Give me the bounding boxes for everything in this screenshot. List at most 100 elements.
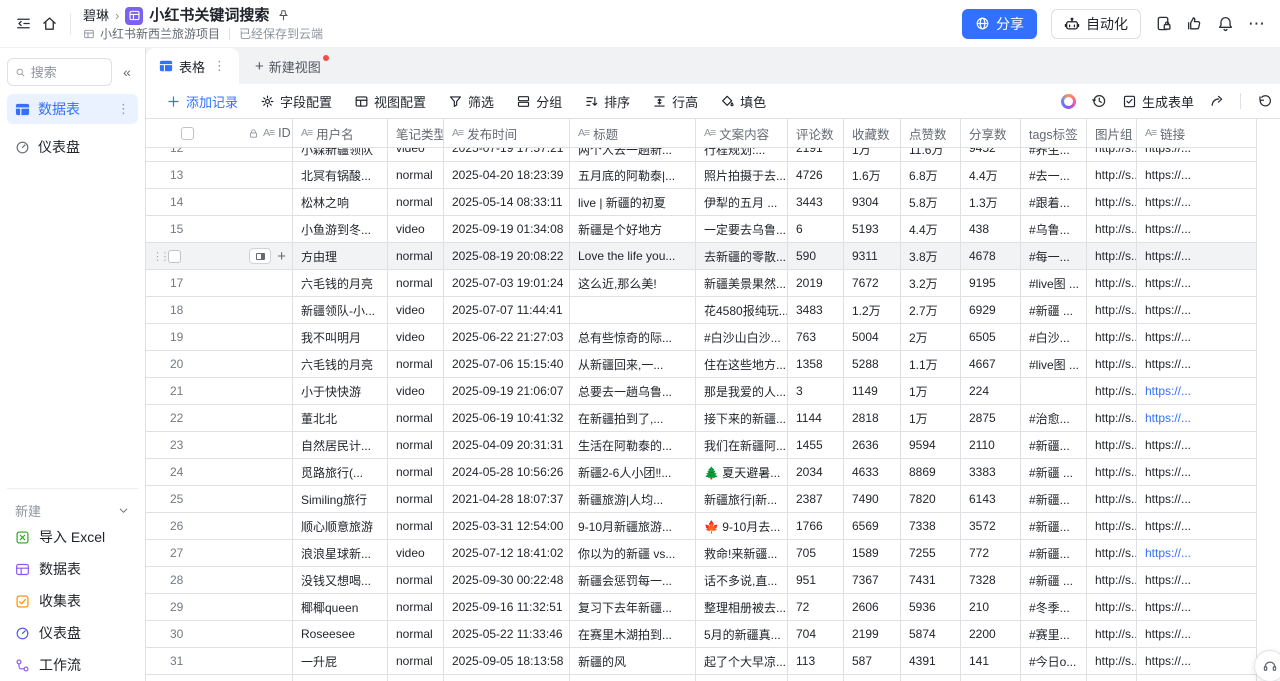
table-row[interactable]: 21小于快快游video2025-09-19 21:06:07总要去一趟乌鲁..… (146, 378, 1280, 405)
cell-likes-count[interactable]: 7820 (901, 486, 961, 513)
cell-shares-count[interactable]: 224 (961, 378, 1021, 405)
cell-likes-count[interactable]: 4.4万 (901, 216, 961, 243)
search-input[interactable] (31, 65, 104, 80)
automation-button[interactable]: 自动化 (1051, 9, 1141, 39)
cell-note-type[interactable]: normal (388, 486, 444, 513)
expand-record-button[interactable] (249, 248, 271, 264)
table-row[interactable]: 28没钱又想喝...normal2025-09-30 00:22:48新疆会惩罚… (146, 567, 1280, 594)
cell-username[interactable]: 小森新疆领队 (293, 148, 388, 162)
cell-likes-count[interactable]: 1.1万 (901, 351, 961, 378)
sidebar-item-new-form[interactable]: 收集表 (7, 585, 138, 617)
cell-id[interactable] (240, 621, 293, 648)
column-header-content[interactable]: A≡文案内容 (696, 119, 788, 148)
table-row[interactable]: 15小鱼游到冬...video2025-09-19 01:34:08新疆是个好地… (146, 216, 1280, 243)
cell-likes-count[interactable]: 3.8万 (901, 243, 961, 270)
cell-image-group[interactable]: http://s... (1087, 243, 1137, 270)
cell-id[interactable] (240, 351, 293, 378)
cell-likes-count[interactable]: 2.7万 (901, 297, 961, 324)
cell-title[interactable]: 新疆的风 (570, 648, 696, 675)
table-row[interactable]: ⋮⋮+方由理normal2025-08-19 20:08:22Love the … (146, 243, 1280, 270)
cell-publish-time[interactable]: 2025-09-05 18:13:58 (444, 648, 570, 675)
table-row[interactable]: 17六毛钱的月亮normal2025-07-03 19:01:24这么近,那么美… (146, 270, 1280, 297)
cell-username[interactable]: 小鱼游到冬... (293, 216, 388, 243)
cell-shares-count[interactable]: 772 (961, 540, 1021, 567)
cell-id[interactable] (240, 378, 293, 405)
cell-shares-count[interactable]: 1.3万 (961, 189, 1021, 216)
cell-shares-count[interactable] (961, 675, 1021, 681)
cell-id[interactable] (240, 459, 293, 486)
cell-tags[interactable]: #新疆 ... (1021, 567, 1087, 594)
cell-username[interactable]: 没钱又想喝... (293, 567, 388, 594)
field-config-button[interactable]: 字段配置 (260, 92, 332, 111)
column-header-images[interactable]: 图片组 (1087, 119, 1137, 148)
cell-shares-count[interactable]: 9452 (961, 148, 1021, 162)
cell-id[interactable] (240, 567, 293, 594)
cell-likes-count[interactable]: 3.2万 (901, 270, 961, 297)
cell-username[interactable] (293, 675, 388, 681)
cell-image-group[interactable]: http://s... (1087, 324, 1137, 351)
cell-publish-time[interactable]: 2025-04-09 20:31:31 (444, 432, 570, 459)
cell-image-group[interactable]: http://s... (1087, 378, 1137, 405)
cell-link[interactable]: https://... (1137, 378, 1257, 405)
cell-username[interactable]: 北冥有锅酸... (293, 162, 388, 189)
cell-shares-count[interactable]: 141 (961, 648, 1021, 675)
cell-id[interactable] (240, 148, 293, 162)
cell-title[interactable]: 在赛里木湖拍到... (570, 621, 696, 648)
cell-publish-time[interactable]: 2025-05-22 11:33:46 (444, 621, 570, 648)
cell-link[interactable]: https://... (1137, 162, 1257, 189)
table-row[interactable]: 24觅路旅行(...normal2024-05-28 10:56:26新疆2-6… (146, 459, 1280, 486)
cell-id[interactable] (240, 594, 293, 621)
cell-id[interactable]: + (240, 243, 293, 270)
cell-tags[interactable]: #live图 ... (1021, 270, 1087, 297)
cell-tags[interactable]: #冬季... (1021, 594, 1087, 621)
cell-collects-count[interactable]: 4633 (844, 459, 901, 486)
cell-collects-count[interactable]: 2818 (844, 405, 901, 432)
new-view-button[interactable]: + 新建视图 (239, 48, 337, 84)
cell-likes-count[interactable]: 7431 (901, 567, 961, 594)
cell-id[interactable] (240, 513, 293, 540)
cell-comments-count[interactable]: 704 (788, 621, 844, 648)
cell-image-group[interactable]: http://s... (1087, 459, 1137, 486)
cell-image-group[interactable]: http://s... (1087, 432, 1137, 459)
cell-collects-count[interactable]: 7367 (844, 567, 901, 594)
select-all-checkbox[interactable] (181, 127, 194, 140)
cell-title[interactable]: 新疆会惩罚每一... (570, 567, 696, 594)
table-row[interactable]: 20六毛钱的月亮normal2025-07-06 15:15:40从新疆回来,一… (146, 351, 1280, 378)
cell-image-group[interactable]: http://s... (1087, 648, 1137, 675)
cell-tags[interactable]: #白沙... (1021, 324, 1087, 351)
cell-image-group[interactable]: http://s... (1087, 351, 1137, 378)
column-header-tags[interactable]: tags标签 (1021, 119, 1087, 148)
cell-tags[interactable]: #今日o... (1021, 648, 1087, 675)
cell-title[interactable]: 新疆是个好地方 (570, 216, 696, 243)
tab-grid-view[interactable]: 表格 ⋮ (146, 48, 239, 84)
cell-publish-time[interactable]: 2025-07-12 18:41:02 (444, 540, 570, 567)
cell-title[interactable] (570, 675, 696, 681)
cell-note-type[interactable]: video (388, 540, 444, 567)
cell-content[interactable]: 新疆美景果然... (696, 270, 788, 297)
cell-username[interactable]: 我不叫明月 (293, 324, 388, 351)
cell-image-group[interactable]: http://s... (1087, 148, 1137, 162)
cell-note-type[interactable]: normal (388, 621, 444, 648)
undo-icon[interactable] (1256, 93, 1272, 109)
cell-collects-count[interactable]: 2636 (844, 432, 901, 459)
cell-content[interactable]: 行程规划:... (696, 148, 788, 162)
cell-link[interactable]: https://... (1137, 486, 1257, 513)
history-icon[interactable] (1091, 93, 1107, 109)
cell-image-group[interactable]: http://s... (1087, 540, 1137, 567)
cell-username[interactable]: 小于快快游 (293, 378, 388, 405)
cell-username[interactable]: 松林之响 (293, 189, 388, 216)
cell-image-group[interactable]: http://s... (1087, 297, 1137, 324)
cell-tags[interactable]: #新疆... (1021, 540, 1087, 567)
cell-publish-time[interactable]: 2025-06-19 10:41:32 (444, 405, 570, 432)
cell-shares-count[interactable]: 438 (961, 216, 1021, 243)
cell-title[interactable] (570, 297, 696, 324)
like-icon[interactable] (1186, 15, 1203, 32)
cell-link[interactable]: https://... (1137, 621, 1257, 648)
cell-publish-time[interactable]: 2025-05-14 08:33:11 (444, 189, 570, 216)
view-config-button[interactable]: 视图配置 (354, 92, 426, 111)
cell-likes-count[interactable]: 11.6万 (901, 148, 961, 162)
cell-note-type[interactable]: normal (388, 432, 444, 459)
cell-image-group[interactable]: http://s... (1087, 567, 1137, 594)
cell-likes-count[interactable]: 5.8万 (901, 189, 961, 216)
cell-comments-count[interactable]: 3483 (788, 297, 844, 324)
